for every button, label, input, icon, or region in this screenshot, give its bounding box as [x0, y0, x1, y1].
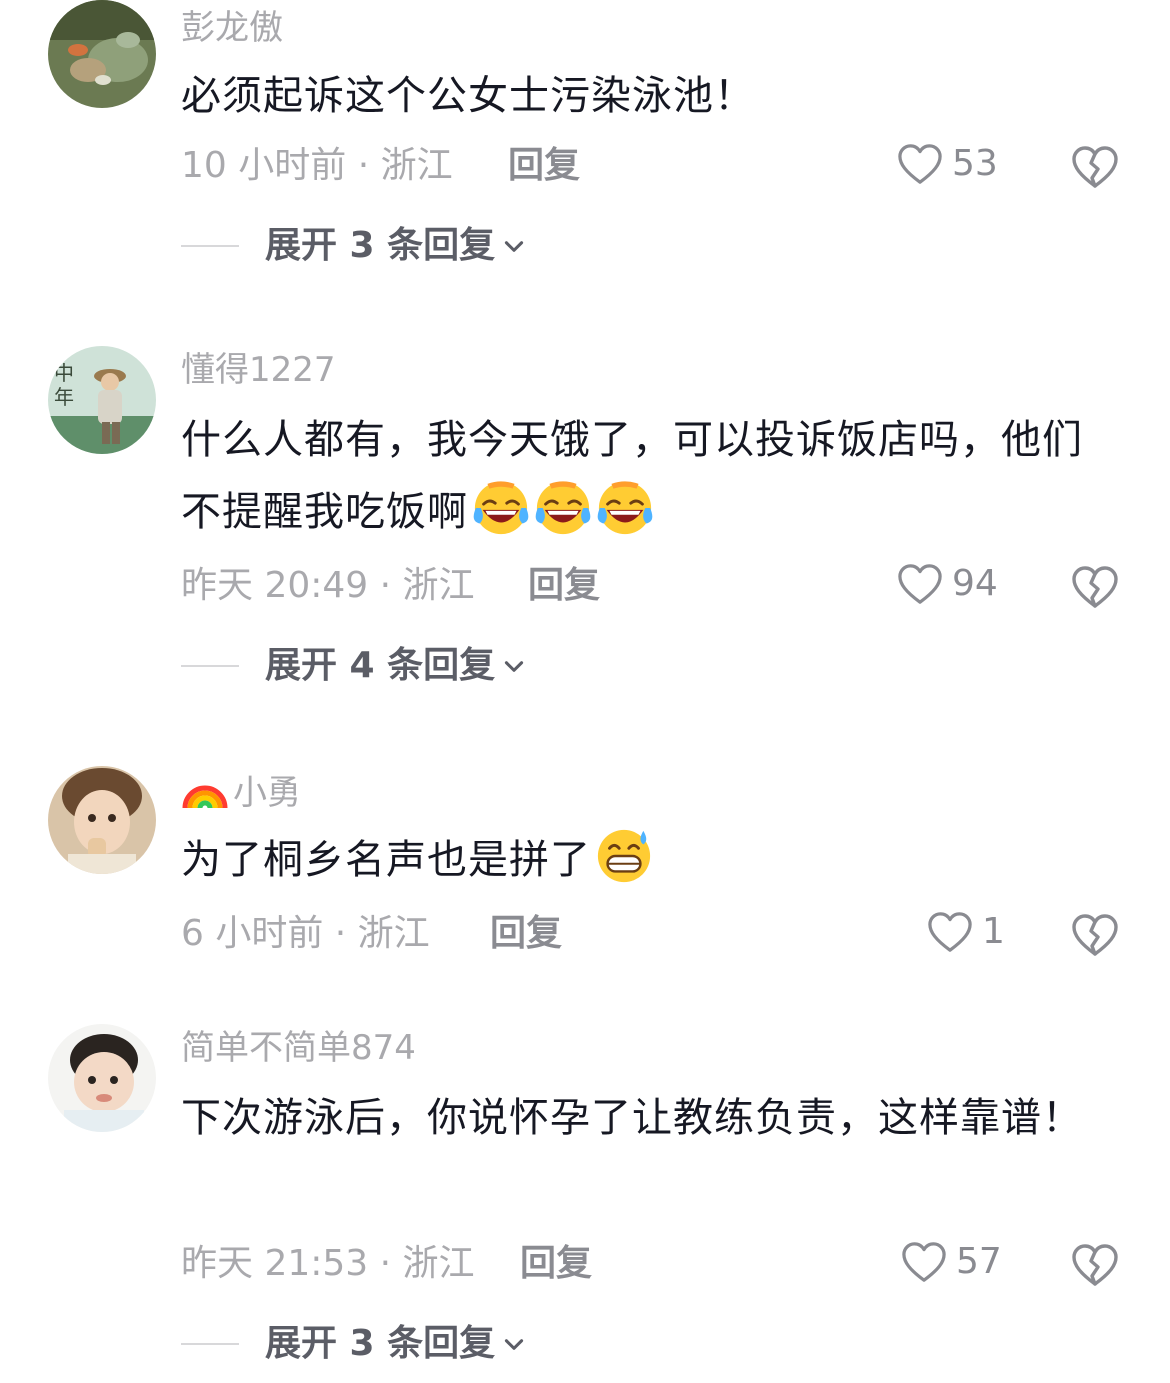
- heart-icon: [896, 142, 944, 186]
- broken-heart-icon[interactable]: [1070, 562, 1120, 612]
- expand-replies-button[interactable]: 展开 3 条回复: [181, 1322, 527, 1366]
- comment-meta: 6 小时前 · 浙江: [181, 913, 430, 954]
- comment-text: 必须起诉这个公女士污染泳池！: [181, 73, 755, 119]
- like-count: 53: [952, 143, 998, 184]
- heart-icon: [926, 910, 974, 954]
- username[interactable]: 懂得1227: [181, 350, 336, 390]
- comment-text: 下次游泳后，你说怀孕了让教练负责，这样靠谱！: [181, 1095, 1083, 1141]
- username[interactable]: 简单不简单874: [181, 1028, 416, 1068]
- like-button[interactable]: 57: [900, 1240, 1002, 1284]
- divider-line: [181, 245, 239, 247]
- comment-text: 什么人都有，我今天饿了，可以投诉饭店吗，他们不提醒我吃饭啊: [181, 404, 1101, 548]
- grin-sweat-emoji-icon: [595, 827, 653, 885]
- comment-meta: 昨天 20:49 · 浙江: [181, 565, 475, 606]
- reply-button[interactable]: 回复: [528, 564, 600, 608]
- comment-meta: 昨天 21:53 · 浙江: [181, 1243, 475, 1284]
- avatar[interactable]: [48, 0, 156, 108]
- avatar[interactable]: 中 年: [48, 346, 156, 454]
- svg-text:年: 年: [54, 385, 74, 409]
- expand-replies-label: 展开 3 条回复: [265, 1323, 496, 1364]
- svg-text:中: 中: [54, 361, 74, 385]
- like-button[interactable]: 1: [926, 910, 1005, 954]
- comment-text: 为了桐乡名声也是拼了: [181, 824, 1101, 896]
- heart-icon: [900, 1240, 948, 1284]
- broken-heart-icon[interactable]: [1070, 142, 1120, 192]
- like-count: 57: [956, 1241, 1002, 1282]
- expand-replies-label: 展开 4 条回复: [265, 645, 496, 686]
- comment-meta: 10 小时前 · 浙江: [181, 145, 453, 186]
- broken-heart-icon[interactable]: [1070, 910, 1120, 960]
- divider-line: [181, 1343, 239, 1345]
- expand-replies-label: 展开 3 条回复: [265, 225, 496, 266]
- chevron-down-icon: [501, 233, 527, 259]
- laugh-cry-emoji-icon: [534, 479, 592, 537]
- like-button[interactable]: 94: [896, 562, 998, 606]
- like-button[interactable]: 53: [896, 142, 998, 186]
- chevron-down-icon: [501, 653, 527, 679]
- username[interactable]: 彭龙傲: [181, 8, 283, 48]
- reply-button[interactable]: 回复: [508, 144, 580, 188]
- heart-icon: [896, 562, 944, 606]
- broken-heart-icon[interactable]: [1070, 1240, 1120, 1290]
- reply-button[interactable]: 回复: [490, 912, 562, 956]
- avatar[interactable]: [48, 1024, 156, 1132]
- username[interactable]: 小勇: [181, 770, 301, 813]
- expand-replies-button[interactable]: 展开 3 条回复: [181, 224, 527, 268]
- laugh-cry-emoji-icon: [472, 479, 530, 537]
- comment-text-content: 为了桐乡名声也是拼了: [181, 837, 591, 883]
- expand-replies-button[interactable]: 展开 4 条回复: [181, 644, 527, 688]
- reply-button[interactable]: 回复: [520, 1242, 592, 1286]
- chevron-down-icon: [501, 1331, 527, 1357]
- rainbow-icon: [182, 785, 228, 809]
- laugh-cry-emoji-icon: [596, 479, 654, 537]
- like-count: 94: [952, 563, 998, 604]
- username-text: 小勇: [233, 773, 301, 813]
- like-count: 1: [982, 911, 1005, 952]
- avatar[interactable]: [48, 766, 156, 874]
- divider-line: [181, 665, 239, 667]
